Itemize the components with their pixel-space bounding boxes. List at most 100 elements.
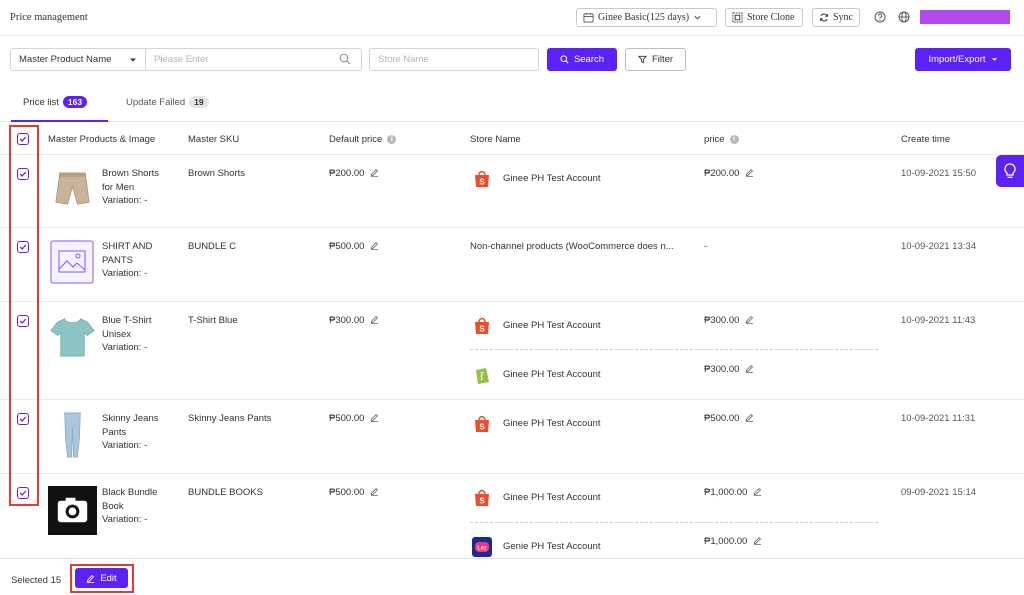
sync-icon [819, 13, 829, 22]
tab-bar: Price list 163 Update Failed 19 [0, 88, 1024, 122]
camera-image[interactable] [48, 486, 97, 535]
store-divider [470, 522, 878, 523]
search-input[interactable] [145, 48, 362, 71]
edit-icon[interactable] [370, 168, 379, 177]
filter-button[interactable]: Filter [625, 48, 686, 71]
edit-button[interactable]: Edit [75, 568, 128, 588]
column-header-store: Store Name [470, 134, 521, 145]
svg-text:S: S [479, 178, 485, 187]
table-row: Brown Shorts for Men Variation: - Brown Sh… [0, 155, 1024, 228]
store-name: Genie PH Test Account [503, 541, 601, 553]
column-header-product: Master Products & Image [48, 134, 156, 145]
import-export-button[interactable]: Import/Export [915, 48, 1011, 71]
user-account-redacted[interactable] [920, 10, 1010, 24]
product-name[interactable]: Brown Shorts for Men Variation: - [102, 167, 159, 208]
search-icon [560, 55, 569, 64]
sku-value: Skinny Jeans Pants [188, 413, 272, 424]
info-icon[interactable]: i [387, 135, 397, 144]
tips-button[interactable] [996, 155, 1024, 187]
sync-label: Sync [833, 12, 853, 23]
store-entry: Ginee PH Test Account [472, 365, 601, 385]
edit-icon[interactable] [370, 241, 379, 250]
store-clone-label: Store Clone [747, 12, 795, 23]
edit-icon[interactable] [370, 487, 379, 496]
default-price-value: ₱500.00 [329, 486, 379, 500]
product-name[interactable]: Black Bundle Book Variation: - [102, 486, 157, 527]
store-name: Ginee PH Test Account [503, 418, 601, 430]
store-name: Ginee PH Test Account [503, 492, 601, 504]
edit-icon[interactable] [753, 487, 762, 496]
column-header-price: price i [704, 134, 739, 145]
column-header-default-price: Default price i [329, 134, 397, 145]
shopee-icon: S [475, 170, 489, 187]
edit-icon[interactable] [370, 413, 379, 422]
edit-icon [87, 574, 95, 583]
variation-text: Variation: - [102, 268, 148, 279]
count-badge: 163 [62, 96, 88, 108]
product-name[interactable]: SHIRT AND PANTS Variation: - [102, 240, 152, 281]
search-field-select-value: Master Product Name [19, 54, 112, 65]
store-clone-button[interactable]: Store Clone [725, 8, 803, 27]
shopee-icon: S [475, 489, 489, 506]
product-name[interactable]: Skinny Jeans Pants Variation: - [102, 412, 159, 453]
edit-icon[interactable] [745, 168, 754, 177]
tab-label: Update Failed [126, 96, 186, 108]
edit-icon[interactable] [745, 315, 754, 324]
caret-down-icon [130, 58, 136, 61]
globe-icon[interactable] [898, 11, 910, 23]
sync-button[interactable]: Sync [812, 8, 860, 27]
store-name: Ginee PH Test Account [503, 320, 601, 332]
clone-icon [732, 12, 743, 23]
tab-update-failed[interactable]: Update Failed 19 [126, 96, 209, 108]
default-price-value: ₱300.00 [329, 314, 379, 328]
chevron-down-icon [694, 15, 701, 20]
selected-count: Selected 15 [11, 575, 62, 586]
edit-icon[interactable] [370, 315, 379, 324]
tab-price-list[interactable]: Price list 163 [10, 96, 109, 122]
table-row: Black Bundle Book Variation: - BUNDLE BOOK… [0, 474, 1024, 558]
jeans-image[interactable] [48, 410, 97, 459]
default-price-value: ₱500.00 [329, 412, 379, 426]
create-time-value: 10-09-2021 15:50 [901, 168, 977, 179]
edit-icon[interactable] [753, 536, 762, 545]
top-bar: Price management Ginee Basic(125 days) S… [0, 0, 1024, 36]
product-name[interactable]: Blue T-Shirt Unisex Variation: - [102, 314, 151, 355]
store-entry: S Ginee PH Test Account [472, 316, 601, 336]
store-name-input[interactable] [369, 48, 539, 71]
store-price-value: ₱200.00 [704, 167, 754, 181]
search-field-select[interactable]: Master Product Name [10, 48, 146, 71]
edit-icon[interactable] [745, 364, 754, 373]
shorts-image[interactable] [48, 165, 97, 214]
search-icon[interactable] [339, 53, 351, 65]
column-header-create-time: Create time [901, 134, 951, 145]
help-icon[interactable] [874, 11, 886, 23]
create-time-value: 09-09-2021 15:14 [901, 487, 977, 498]
sku-value: Brown Shorts [188, 168, 246, 179]
image-placeholder-icon[interactable] [50, 240, 94, 284]
count-badge: 19 [189, 96, 209, 108]
store-price-value: ₱1,000.00 [704, 486, 762, 500]
store-price-value: ₱500.00 [704, 412, 754, 426]
default-price-value: ₱500.00 [329, 240, 379, 254]
store-entry: Laz Genie PH Test Account [472, 537, 601, 557]
variation-text: Variation: - [102, 195, 148, 206]
edit-icon[interactable] [745, 413, 754, 422]
bulk-action-bar: Selected 15 Edit [0, 558, 1024, 595]
store-price-value: ₱1,000.00 [704, 535, 762, 549]
table-row: SHIRT AND PANTS Variation: - BUNDLE C ₱500… [0, 228, 1024, 302]
store-price-value: ₱300.00 [704, 363, 754, 377]
info-icon[interactable]: i [729, 135, 739, 144]
page-title: Price management [10, 12, 88, 23]
filter-button-label: Filter [651, 54, 674, 65]
plan-selector[interactable]: Ginee Basic(125 days) [576, 8, 717, 27]
sku-value: T-Shirt Blue [188, 315, 238, 326]
create-time-value: 10-09-2021 11:31 [901, 413, 976, 424]
tshirt-image[interactable] [48, 312, 97, 361]
lazada-icon: Laz [472, 537, 492, 557]
create-time-value: 10-09-2021 13:34 [901, 241, 977, 252]
search-button[interactable]: Search [547, 48, 617, 71]
variation-text: Variation: - [102, 514, 148, 525]
plan-label: Ginee Basic(125 days) [598, 12, 690, 23]
tab-label: Price list [23, 96, 59, 108]
svg-text:S: S [479, 423, 485, 432]
